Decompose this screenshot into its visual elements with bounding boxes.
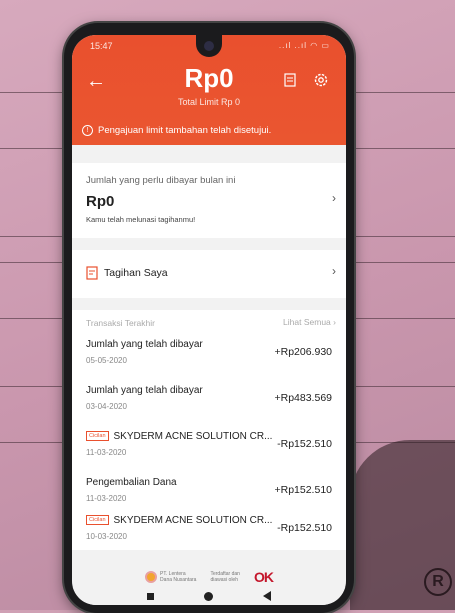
front-camera xyxy=(204,41,214,51)
footer-logos: PT. Lentera Dana Nusantara Terdaftar dan… xyxy=(72,565,346,589)
transaction-date: 05-05-2020 xyxy=(86,356,127,365)
recent-transactions: Transaksi Terakhir Lihat Semua › Jumlah … xyxy=(72,310,346,550)
document-icon[interactable] xyxy=(284,73,296,87)
my-bill-item[interactable]: Tagihan Saya › xyxy=(72,250,346,298)
partner-logo-text: PT. Lentera Dana Nusantara xyxy=(160,571,196,583)
registered-line2: diawasi oleh xyxy=(210,577,238,583)
info-icon: ! xyxy=(82,124,93,136)
back-triangle-icon[interactable] xyxy=(263,591,271,601)
transaction-row[interactable]: Jumlah yang telah dibayar 03-04-2020 +Rp… xyxy=(72,380,346,424)
transaction-date: 11-03-2020 xyxy=(86,448,127,457)
notice-text: Pengajuan limit tambahan telah disetujui… xyxy=(98,124,272,136)
transaction-amount: -Rp152.510 xyxy=(277,438,332,450)
chevron-right-icon: › xyxy=(332,264,336,278)
amount-due-card[interactable]: Jumlah yang perlu dibayar bulan ini Rp0 … xyxy=(72,163,346,238)
transaction-name: SKYDERM ACNE SOLUTION CR... xyxy=(113,431,273,442)
transaction-amount: +Rp483.569 xyxy=(274,392,332,404)
ojk-logo: OK xyxy=(253,569,274,585)
home-icon[interactable] xyxy=(204,591,213,601)
transaction-amount: +Rp206.930 xyxy=(274,346,332,358)
transaction-name: SKYDERM ACNE SOLUTION CR... xyxy=(113,515,273,526)
bill-icon xyxy=(86,266,98,280)
transaction-date: 10-03-2020 xyxy=(86,532,127,541)
due-label: Jumlah yang perlu dibayar bulan ini xyxy=(86,175,236,186)
installment-tag: Cicilan xyxy=(86,431,109,442)
chevron-right-icon: › xyxy=(333,317,336,327)
chevron-right-icon: › xyxy=(332,191,336,205)
transactions-heading: Transaksi Terakhir xyxy=(86,318,155,328)
transaction-amount: -Rp152.510 xyxy=(277,522,332,534)
transaction-date: 03-04-2020 xyxy=(86,402,127,411)
partner-logo: PT. Lentera Dana Nusantara xyxy=(145,571,196,583)
transaction-row[interactable]: Cicilan SKYDERM ACNE SOLUTION CR... 11-03… xyxy=(72,426,346,470)
transaction-name-with-tag: Cicilan SKYDERM ACNE SOLUTION CR... xyxy=(86,515,272,526)
approval-notice: ! Pengajuan limit tambahan telah disetuj… xyxy=(72,115,346,145)
due-amount: Rp0 xyxy=(86,193,115,210)
transaction-amount: +Rp152.510 xyxy=(274,484,332,496)
transaction-name: Jumlah yang telah dibayar xyxy=(86,339,203,350)
transaction-row[interactable]: Jumlah yang telah dibayar 05-05-2020 +Rp… xyxy=(72,334,346,378)
partner-line2: Dana Nusantara xyxy=(160,577,197,583)
android-nav-bar xyxy=(72,587,346,605)
registered-text: Terdaftar dan diawasi oleh xyxy=(210,571,239,583)
bill-label: Tagihan Saya xyxy=(104,267,168,279)
settings-gear-icon[interactable] xyxy=(312,71,330,89)
phone-screen: 15:47 ..ıl ..ıl ◠ ▭ ← Rp0 Total Limit Rp… xyxy=(72,35,346,605)
partner-logo-mark xyxy=(145,571,158,583)
transaction-row[interactable]: Cicilan SKYDERM ACNE SOLUTION CR... 10-03… xyxy=(72,510,346,554)
transaction-name-with-tag: Cicilan SKYDERM ACNE SOLUTION CR... xyxy=(86,431,272,442)
recent-apps-icon[interactable] xyxy=(147,592,154,600)
see-all-label: Lihat Semua xyxy=(283,317,331,327)
installment-tag: Cicilan xyxy=(86,515,109,526)
registered-mark: R xyxy=(424,568,452,596)
status-icons: ..ıl ..ıl ◠ ▭ xyxy=(278,41,330,50)
phone-device: 15:47 ..ıl ..ıl ◠ ▭ ← Rp0 Total Limit Rp… xyxy=(64,23,354,613)
total-limit-label: Total Limit Rp 0 xyxy=(177,97,241,107)
transaction-date: 11-03-2020 xyxy=(86,494,127,503)
transaction-name: Jumlah yang telah dibayar xyxy=(86,385,203,396)
transaction-name: Pengembalian Dana xyxy=(86,477,177,488)
see-all-link[interactable]: Lihat Semua › xyxy=(283,317,336,327)
due-note: Kamu telah melunasi tagihanmu! xyxy=(86,215,196,224)
balance-amount: Rp0 xyxy=(184,63,234,93)
status-time: 15:47 xyxy=(90,41,113,51)
